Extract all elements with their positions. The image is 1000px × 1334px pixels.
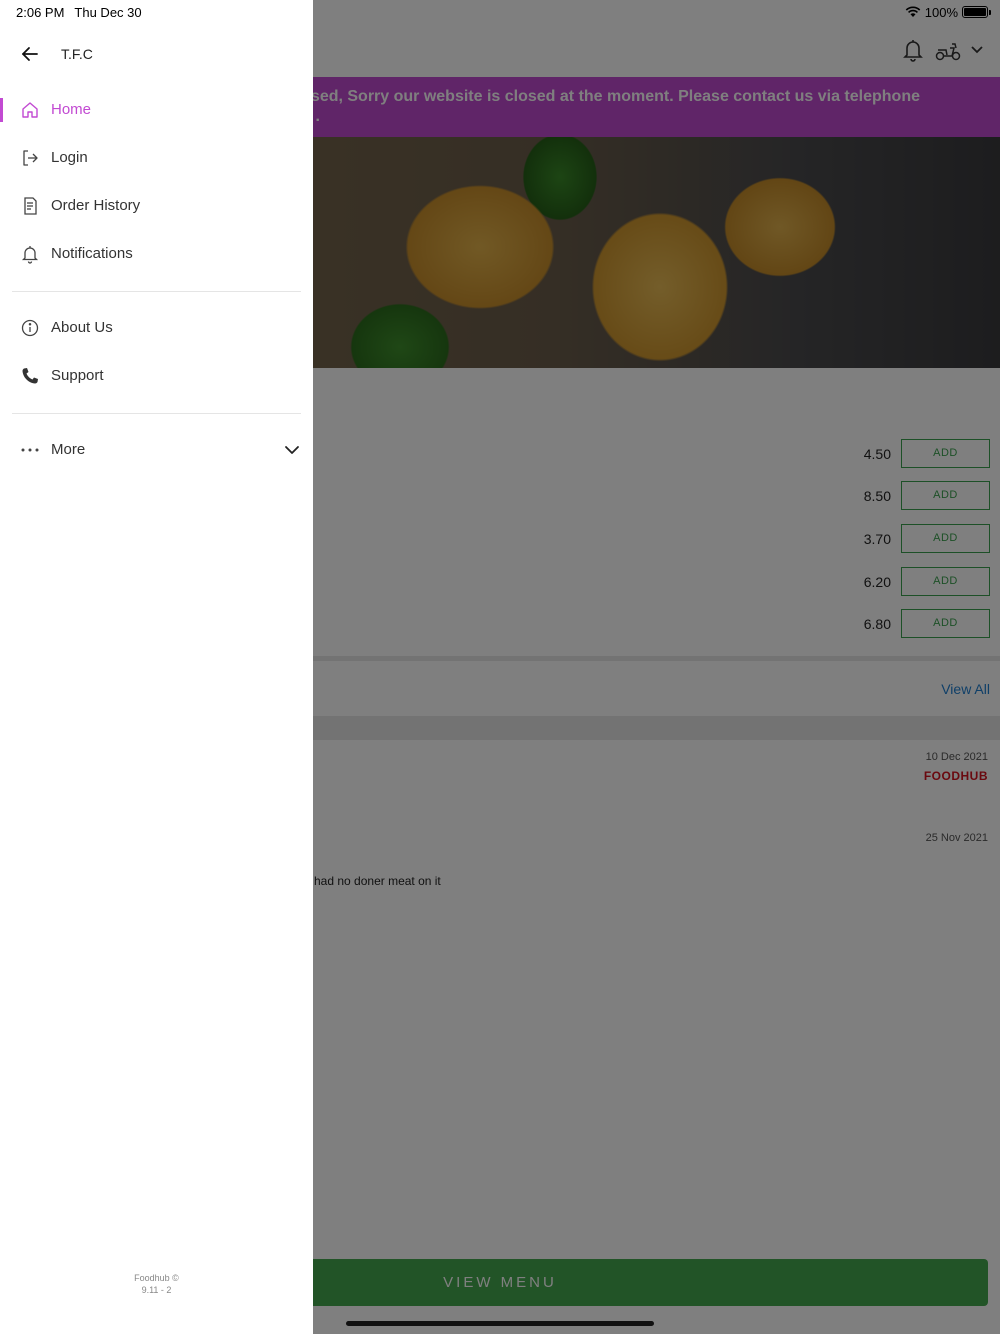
nav-item-label: Home	[51, 101, 92, 118]
phone-icon	[22, 368, 38, 384]
footer-version: 9.11 - 2	[141, 1285, 172, 1295]
nav-item-home[interactable]: Home	[0, 90, 313, 130]
nav-item-label: Login	[51, 149, 88, 166]
wifi-icon	[905, 6, 921, 17]
nav-item-login[interactable]: Login	[0, 138, 313, 178]
nav-item-label: Order History	[51, 197, 141, 214]
receipt-icon	[24, 197, 37, 215]
nav-item-about-us[interactable]: About Us	[0, 308, 313, 348]
drawer-title: T.F.C	[61, 46, 93, 62]
home-icon	[22, 102, 38, 118]
navigation-drawer: 2:06 PM Thu Dec 30 T.F.C Home Login Order…	[0, 0, 313, 1334]
status-bar-right: 100%	[905, 4, 991, 20]
status-date: Thu Dec 30	[74, 5, 142, 20]
bell-icon	[21, 246, 39, 264]
status-bar-left: 2:06 PM Thu Dec 30	[16, 5, 142, 20]
drawer-footer: Foodhub © 9.11 - 2	[0, 1272, 313, 1296]
nav-item-label: About Us	[51, 319, 113, 336]
nav-item-notifications[interactable]: Notifications	[0, 234, 313, 274]
home-indicator	[346, 1321, 654, 1326]
battery-icon	[962, 6, 991, 18]
nav-item-order-history[interactable]: Order History	[0, 186, 313, 226]
status-time: 2:06 PM	[16, 5, 65, 20]
drawer-divider	[12, 291, 301, 292]
chevron-down-icon[interactable]	[283, 441, 301, 459]
footer-copyright: Foodhub ©	[134, 1273, 179, 1283]
nav-item-label: More	[51, 441, 86, 458]
nav-item-more[interactable]: More	[0, 430, 313, 470]
info-icon	[21, 319, 39, 337]
drawer-divider	[12, 413, 301, 414]
nav-item-support[interactable]: Support	[0, 356, 313, 396]
battery-percent: 100%	[924, 4, 958, 20]
more-dots-icon	[21, 448, 39, 452]
nav-item-label: Support	[51, 367, 104, 384]
active-indicator	[0, 98, 3, 122]
login-icon	[23, 150, 38, 166]
nav-item-label: Notifications	[51, 245, 133, 262]
back-arrow-icon[interactable]	[20, 44, 40, 64]
